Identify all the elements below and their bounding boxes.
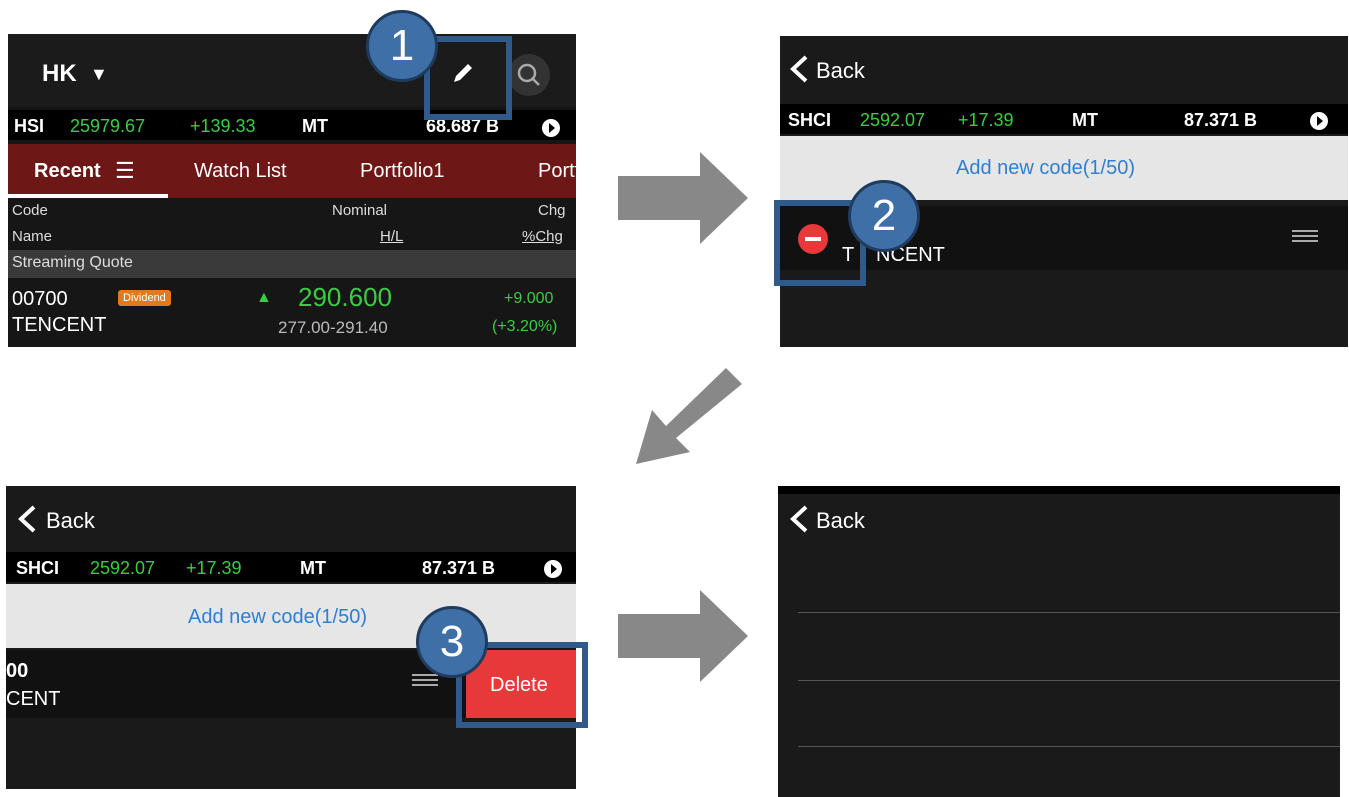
arrow-down-left-icon — [636, 368, 742, 464]
row-pchg: (+3.20%) — [492, 318, 558, 335]
index-value: 2592.07 — [90, 558, 156, 578]
dividend-badge: Dividend — [118, 290, 171, 306]
row-chg: +9.000 — [504, 290, 554, 307]
row-range: 277.00-291.40 — [278, 318, 388, 337]
row-code: 00700 — [12, 288, 68, 310]
back-button[interactable]: Back — [46, 508, 95, 534]
chevron-left-icon[interactable] — [788, 54, 810, 89]
tab-watch-list[interactable]: Watch List — [194, 160, 287, 183]
step-3-badge: 3 — [416, 606, 488, 678]
screen-delete-row: Back SHCI 2592.07 +17.39 MT 87.371 B Add… — [6, 486, 576, 789]
mt-label: MT — [302, 116, 328, 136]
index-name: HSI — [14, 116, 45, 136]
index-value: 25979.67 — [70, 116, 146, 136]
chevron-down-icon[interactable]: ▼ — [90, 64, 108, 85]
drag-handle-icon[interactable] — [1292, 230, 1318, 242]
index-change: +17.39 — [186, 558, 242, 578]
tab-portfolio2[interactable]: Portf — [538, 160, 576, 183]
index-name: SHCI — [16, 558, 60, 578]
index-name: SHCI — [788, 110, 832, 130]
chevron-left-icon[interactable] — [16, 504, 38, 539]
header-nominal: Nominal — [332, 202, 388, 219]
header-chg: Chg — [538, 202, 566, 219]
section-title: Streaming Quote — [12, 254, 133, 271]
row-name: CENT — [6, 688, 61, 710]
play-circle-icon[interactable] — [544, 560, 562, 578]
mt-label: MT — [300, 558, 326, 578]
add-code-link[interactable]: Add new code(1/50) — [956, 157, 1135, 180]
row-name: TENCENT — [12, 314, 107, 336]
divider — [798, 612, 1340, 613]
tab-recent[interactable]: Recent — [34, 160, 101, 183]
screen-empty-list: Back — [778, 486, 1340, 797]
tab-portfolio1[interactable]: Portfolio1 — [360, 160, 445, 183]
index-change: +139.33 — [190, 116, 256, 136]
arrow-right-icon — [618, 590, 748, 682]
mt-label: MT — [1072, 110, 1098, 130]
row-price: 290.600 — [298, 282, 392, 312]
market-selector[interactable]: HK — [42, 60, 77, 88]
mt-value: 87.371 B — [422, 558, 496, 578]
index-change: +17.39 — [958, 110, 1014, 130]
back-button[interactable]: Back — [816, 508, 865, 534]
arrow-right-icon — [618, 152, 748, 244]
step-2-badge: 2 — [848, 180, 920, 252]
list-icon: ☰ — [115, 158, 135, 183]
chevron-left-icon[interactable] — [788, 504, 810, 539]
header-hl: H/L — [380, 228, 404, 245]
search-icon[interactable] — [508, 54, 550, 96]
play-circle-icon[interactable] — [542, 119, 560, 137]
mt-value: 87.371 B — [1184, 110, 1258, 130]
back-button[interactable]: Back — [816, 58, 865, 84]
step-1-badge: 1 — [366, 10, 438, 82]
divider — [798, 680, 1340, 681]
drag-handle-icon[interactable] — [412, 674, 438, 686]
play-circle-icon[interactable] — [1310, 112, 1328, 130]
tab-active-indicator — [8, 194, 168, 198]
divider — [798, 746, 1340, 747]
header-pchg: %Chg — [522, 228, 563, 245]
index-value: 2592.07 — [860, 110, 926, 130]
add-code-link[interactable]: Add new code(1/50) — [188, 606, 367, 629]
up-arrow-icon: ▲ — [256, 289, 272, 306]
header-code: Code — [12, 202, 48, 219]
row-code: 00 — [6, 660, 29, 682]
header-name: Name — [12, 228, 53, 245]
